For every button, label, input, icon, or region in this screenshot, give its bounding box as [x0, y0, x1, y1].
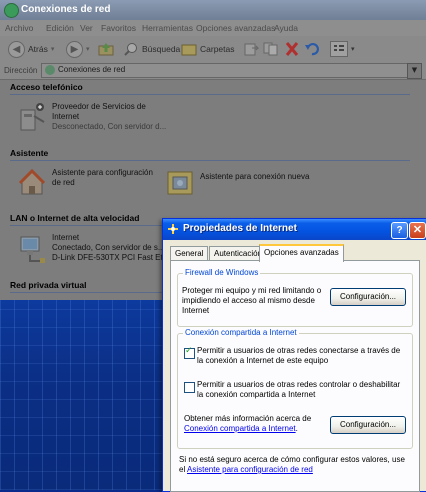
ics-groupbox: Conexión compartida a Internet Permitir …: [177, 328, 413, 449]
network-props-icon: [167, 223, 179, 235]
window-titlebar[interactable]: Conexiones de red: [0, 0, 426, 20]
back-button[interactable]: ◀ Atrás ▾: [8, 40, 54, 58]
address-dropdown-icon[interactable]: ▼: [407, 63, 422, 79]
network-connections-icon: [4, 3, 19, 18]
tab-opciones-avanzadas[interactable]: Opciones avanzadas: [259, 244, 344, 262]
delete-x-icon: [284, 42, 300, 56]
back-label: Atrás: [28, 44, 48, 54]
back-dropdown-icon[interactable]: ▾: [51, 45, 55, 53]
lan-connection-icon: [18, 233, 46, 263]
menu-opciones-avanzadas[interactable]: Opciones avanzadas: [196, 23, 275, 33]
views-button[interactable]: ▾: [330, 40, 355, 58]
menu-ayuda[interactable]: Ayuda: [274, 23, 298, 33]
allow-connect-checkbox[interactable]: [184, 346, 195, 359]
ics-more-info-text: Obtener más información acerca de: [184, 414, 312, 423]
group-heading-wizard: Asistente: [10, 148, 410, 161]
ics-settings-button[interactable]: Configuración...: [330, 416, 406, 434]
address-value: Conexiones de red: [58, 65, 126, 74]
copy-to-icon: [263, 42, 279, 56]
ics-legend: Conexión compartida a Internet: [183, 328, 299, 337]
menu-edicion[interactable]: Edición: [46, 23, 74, 33]
address-label: Dirección: [4, 66, 38, 75]
menu-herramientas[interactable]: Herramientas: [142, 23, 193, 33]
connection-isp-status: Desconectado, Con servidor d...: [52, 122, 167, 131]
folders-label: Carpetas: [200, 44, 235, 54]
connection-internet-title: Internet: [52, 233, 80, 242]
folders-icon: [181, 42, 197, 56]
views-dropdown-icon[interactable]: ▾: [351, 45, 355, 53]
internet-properties-dialog: Propiedades de Internet ? ✕ General Aute…: [162, 218, 426, 492]
forward-dropdown-icon[interactable]: ▾: [86, 45, 90, 53]
help-button[interactable]: ?: [391, 222, 408, 239]
delete-button[interactable]: [284, 40, 300, 58]
back-arrow-icon: ◀: [8, 40, 25, 58]
allow-control-checkbox[interactable]: [184, 382, 195, 393]
new-connection-wizard-label: Asistente para conexión nueva: [200, 172, 310, 181]
ics-help-link[interactable]: Conexión compartida a Internet: [184, 424, 296, 433]
move-to-icon: [243, 42, 259, 56]
network-setup-wizard[interactable]: Asistente para configuración de red: [18, 168, 163, 198]
menu-ver[interactable]: Ver: [80, 23, 93, 33]
move-to-button[interactable]: [243, 40, 259, 58]
forward-arrow-icon: ▶: [66, 40, 83, 58]
address-bar: Dirección Conexiones de red ▼: [0, 62, 426, 80]
search-button[interactable]: Búsqueda: [123, 40, 180, 58]
firewall-legend: Firewall de Windows: [183, 268, 261, 277]
dialog-titlebar[interactable]: Propiedades de Internet ? ✕: [163, 219, 426, 240]
address-field[interactable]: Conexiones de red: [41, 63, 417, 78]
connection-internet-lan[interactable]: Internet Conectado, Con servidor de s...…: [18, 233, 178, 263]
dialog-title: Propiedades de Internet: [183, 223, 297, 234]
up-folder-icon: [98, 42, 114, 56]
forward-button[interactable]: ▶ ▾: [66, 40, 90, 58]
house-wizard-icon: [18, 168, 46, 198]
close-button[interactable]: ✕: [409, 222, 426, 239]
window-title: Conexiones de red: [21, 4, 111, 15]
folders-button[interactable]: Carpetas: [181, 40, 235, 58]
allow-connect-label[interactable]: Permitir a usuarios de otras redes conec…: [197, 346, 407, 366]
desktop-wallpaper-pattern: [0, 300, 170, 490]
firewall-groupbox: Firewall de Windows Proteger mi equipo y…: [177, 268, 413, 327]
network-setup-wizard-label: Asistente para configuración de red: [52, 168, 153, 187]
search-label: Búsqueda: [142, 44, 181, 54]
advanced-options-panel: Firewall de Windows Proteger mi equipo y…: [170, 260, 420, 492]
menu-favoritos[interactable]: Favoritos: [101, 23, 136, 33]
footer-text: Si no está seguro acerca de cómo configu…: [179, 455, 411, 475]
undo-button[interactable]: [304, 40, 320, 58]
firewall-settings-button[interactable]: Configuración...: [330, 288, 406, 306]
up-folder-button[interactable]: [98, 40, 114, 58]
search-icon: [123, 42, 139, 56]
new-connection-wizard[interactable]: Asistente para conexión nueva: [166, 168, 316, 198]
views-icon: [330, 41, 348, 57]
network-wizard-link[interactable]: Asistente para configuración de red: [187, 465, 313, 474]
copy-to-button[interactable]: [263, 40, 279, 58]
ics-more-info: Obtener más información acerca de Conexi…: [184, 414, 329, 434]
new-connection-icon: [166, 168, 194, 198]
menubar: Archivo Edición Ver Favoritos Herramient…: [0, 20, 426, 37]
connection-internet-status: Conectado, Con servidor de s...: [52, 243, 165, 252]
network-connections-small-icon: [45, 65, 55, 75]
toolbar: ◀ Atrás ▾ ▶ ▾ Búsqueda Carpetas ▾: [0, 36, 426, 63]
undo-icon: [304, 42, 320, 56]
dialup-modem-icon: [18, 102, 46, 132]
menu-archivo[interactable]: Archivo: [5, 23, 33, 33]
connection-internet-device: D-Link DFE-530TX PCI Fast Et...: [52, 253, 170, 262]
connection-isp[interactable]: Proveedor de Servicios de Internet Desco…: [18, 102, 168, 132]
firewall-description: Proteger mi equipo y mi red limitando o …: [182, 286, 322, 315]
connection-isp-title: Proveedor de Servicios de Internet: [52, 102, 146, 121]
allow-control-label[interactable]: Permitir a usuarios de otras redes contr…: [197, 380, 407, 400]
ics-more-info-period: .: [295, 424, 298, 433]
tab-general[interactable]: General: [170, 246, 209, 260]
group-heading-dialup: Acceso telefónico: [10, 82, 410, 95]
